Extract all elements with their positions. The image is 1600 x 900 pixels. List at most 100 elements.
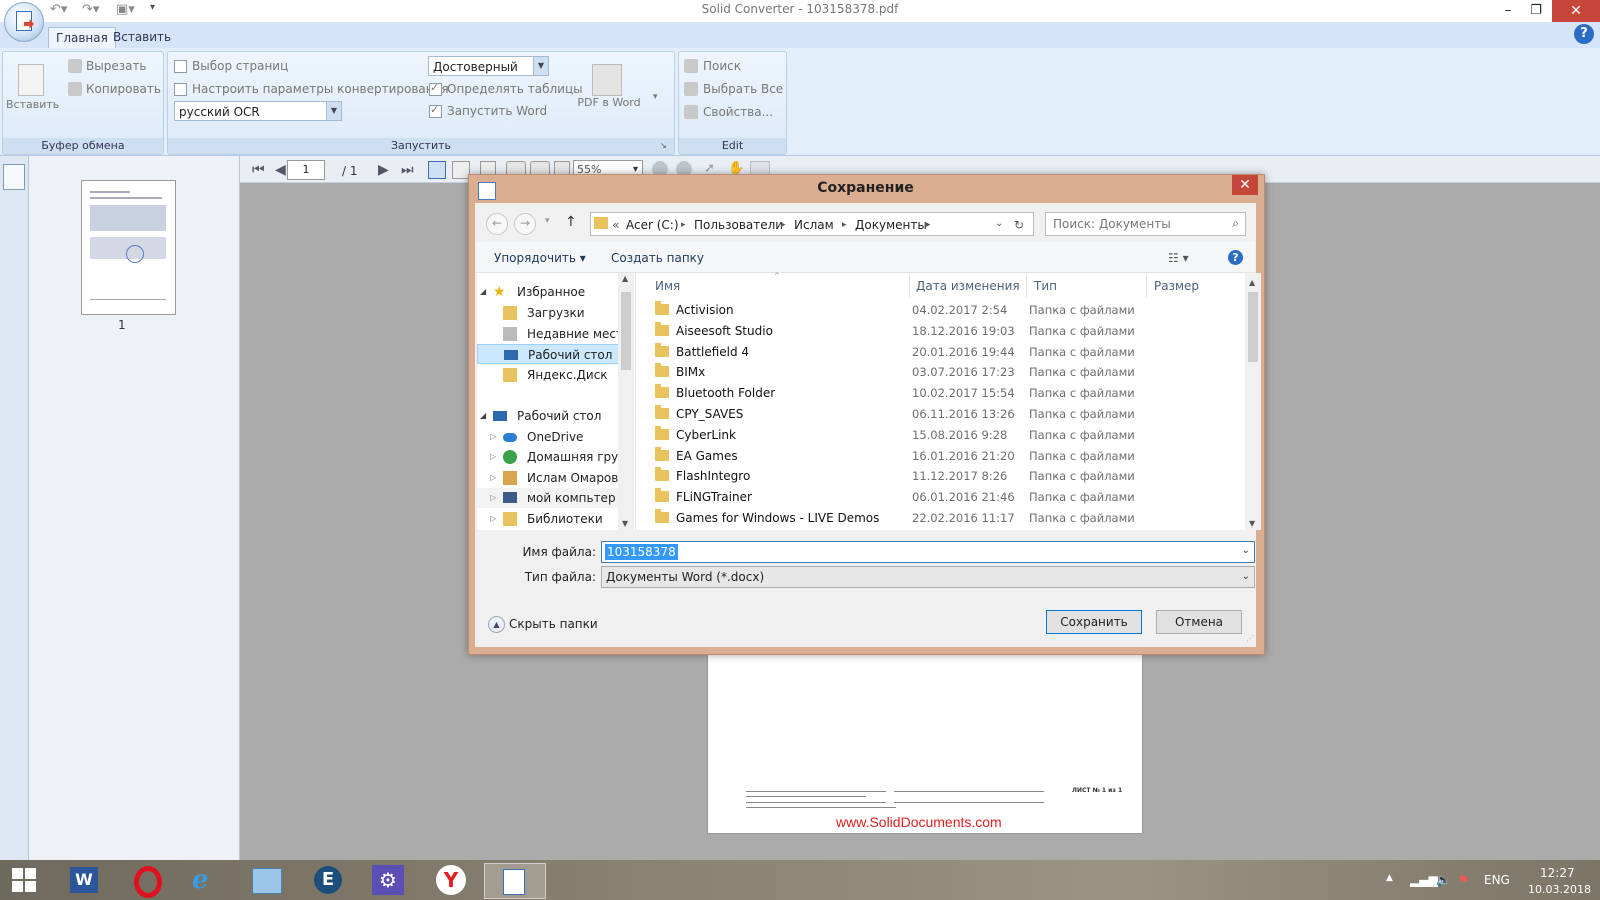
tree-item-libraries[interactable]: ▷ Библиотеки [477, 509, 627, 529]
table-row[interactable]: Aiseesoft Studio 18.12.2016 19:03 Папка с … [636, 321, 1245, 342]
save-button[interactable]: Сохранить [1046, 610, 1142, 634]
table-row[interactable]: Bluetooth Folder 10.02.2017 15:54 Папка с … [636, 383, 1245, 404]
dialog-help-icon[interactable]: ? [1228, 250, 1243, 265]
filetype-select[interactable]: Документы Word (*.docx) ⌄ [601, 566, 1255, 588]
pdf-to-word-dropdown-icon[interactable]: ▾ [653, 92, 658, 102]
column-header-type[interactable]: Тип [1034, 279, 1057, 293]
table-row[interactable]: Games for Windows - LIVE Demos 22.02.2016… [636, 508, 1245, 529]
opera-taskbar-icon[interactable] [124, 863, 168, 898]
file-list-scroll-thumb[interactable] [1248, 292, 1258, 362]
organize-button[interactable]: Упорядочить ▾ [494, 251, 586, 265]
table-row[interactable]: FlashIntegro 11.12.2017 8:26 Папка с файла… [636, 466, 1245, 487]
refresh-icon[interactable]: ↻ [1014, 218, 1024, 232]
ie-taskbar-icon[interactable]: e [184, 863, 228, 897]
resize-grip-icon[interactable]: ⋰ [1246, 634, 1254, 643]
table-row[interactable]: CPY_SAVES 06.11.2016 13:26 Папка с файлами [636, 404, 1245, 425]
breadcrumb-drive[interactable]: Acer (C:) [626, 218, 679, 232]
volume-icon[interactable]: 🔈 [1436, 873, 1451, 887]
help-icon[interactable]: ? [1574, 24, 1594, 44]
prev-page-icon[interactable]: ◀ [275, 162, 286, 178]
scroll-down-icon[interactable]: ▼ [1249, 519, 1255, 528]
page-thumbnail[interactable] [81, 180, 176, 315]
breadcrumb-users[interactable]: Пользователи [694, 218, 783, 232]
table-row[interactable]: EA Games 16.01.2016 21:20 Папка с файлами [636, 446, 1245, 467]
scroll-up-icon[interactable]: ▲ [622, 274, 628, 283]
breadcrumb-user[interactable]: Ислам [794, 218, 834, 232]
mode-select[interactable]: Достоверный ▼ [428, 56, 549, 76]
column-divider[interactable] [1146, 274, 1147, 298]
tree-scroll-thumb[interactable] [621, 292, 631, 370]
back-icon[interactable]: ← [486, 213, 508, 235]
forward-icon[interactable]: → [514, 213, 536, 235]
search-button[interactable]: Поиск [703, 59, 741, 73]
collapse-up-icon[interactable]: ▲ [488, 616, 505, 633]
table-row[interactable]: BIMx 03.07.2016 17:23 Папка с файлами [636, 362, 1245, 383]
single-page-view-icon[interactable] [428, 161, 446, 179]
restore-icon[interactable]: ❐ [1522, 1, 1550, 21]
paste-button[interactable]: Вставить [6, 98, 59, 111]
page-number-input[interactable]: 1 [287, 160, 325, 180]
scroll-down-icon[interactable]: ▼ [622, 519, 628, 528]
tree-item-desktop-fav[interactable]: Рабочий стол [477, 344, 627, 364]
control-panel-taskbar-icon[interactable] [244, 863, 288, 897]
tab-insert[interactable]: Вставить [106, 27, 178, 47]
launch-word-checkbox[interactable] [429, 103, 442, 118]
pages-panel-icon[interactable] [3, 164, 25, 190]
last-page-icon[interactable]: ⏭ [401, 162, 414, 178]
hide-folders-button[interactable]: Скрыть папки [509, 617, 598, 631]
select-all-button[interactable]: Выбрать Все [703, 82, 783, 96]
copy-button[interactable]: Копировать [86, 82, 161, 96]
tree-item-yandex-disk[interactable]: Яндекс.Диск [477, 365, 627, 385]
select-pages-checkbox[interactable] [174, 60, 187, 73]
tree-item-favorites[interactable]: ◢ ★ Избранное [477, 282, 627, 302]
paste-icon[interactable] [18, 64, 44, 96]
properties-button[interactable]: Свойства... [703, 105, 773, 119]
tree-item-user[interactable]: ▷ Ислам Омаров [477, 468, 627, 488]
first-page-icon[interactable]: ⏮ [252, 162, 265, 178]
view-options-icon[interactable]: ☷ ▾ [1168, 251, 1189, 265]
new-folder-button[interactable]: Создать папку [611, 251, 704, 265]
search-input[interactable]: Поиск: Документы ⌕ [1045, 212, 1246, 236]
language-indicator[interactable]: ENG [1484, 873, 1510, 887]
breadcrumb-sep-icon[interactable]: ▸ [926, 220, 931, 230]
app-e-taskbar-icon[interactable]: E [306, 863, 350, 897]
up-folder-icon[interactable]: ↑ [565, 214, 577, 230]
table-row[interactable]: CyberLink 15.08.2016 9:28 Папка с файлами [636, 425, 1245, 446]
breadcrumb-documents[interactable]: Документы [855, 218, 927, 232]
column-divider[interactable] [909, 274, 910, 298]
ocr-language-select[interactable]: русский OCR ▼ [174, 101, 342, 121]
column-header-name[interactable]: Имя [655, 279, 680, 293]
column-header-date[interactable]: Дата изменения [916, 279, 1020, 293]
cancel-button[interactable]: Отмена [1156, 610, 1242, 634]
tree-item-homegroup[interactable]: ▷ Домашняя групп [477, 447, 634, 467]
tree-item-recent[interactable]: Недавние места [477, 324, 630, 344]
address-dropdown-icon[interactable]: ⌄ [995, 218, 1003, 229]
detect-tables-checkbox[interactable] [429, 81, 442, 96]
breadcrumb-sep-icon[interactable]: ▸ [842, 220, 847, 230]
table-row[interactable]: FLiNGTrainer 06.01.2016 21:46 Папка с файл… [636, 487, 1245, 508]
tree-item-downloads[interactable]: Загрузки [477, 303, 627, 323]
breadcrumb-sep-icon[interactable]: ▸ [781, 220, 786, 230]
dialog-close-button[interactable]: ✕ [1232, 175, 1258, 195]
recent-locations-icon[interactable]: ▾ [545, 216, 550, 226]
cut-button[interactable]: Вырезать [86, 59, 147, 73]
show-hidden-icons[interactable]: ▲ [1386, 873, 1393, 883]
word-taskbar-icon[interactable]: W [62, 863, 106, 897]
chevron-down-icon[interactable]: ⌄ [1242, 545, 1250, 556]
settings-taskbar-icon[interactable]: ⚙ [366, 863, 410, 897]
tree-item-onedrive[interactable]: ▷ OneDrive [477, 427, 627, 447]
table-row[interactable]: Battlefield 4 20.01.2016 19:44 Папка с фай… [636, 342, 1245, 363]
close-window-button[interactable]: ✕ [1552, 0, 1600, 22]
solid-converter-taskbar-icon[interactable] [484, 863, 546, 899]
filename-input[interactable]: 103158378 ⌄ [601, 541, 1255, 563]
network-icon[interactable]: ▂▄▆ [1410, 873, 1438, 887]
flag-icon[interactable]: ⚑ [1458, 873, 1469, 887]
dialog-launcher-icon[interactable]: ↘ [660, 141, 667, 150]
column-header-size[interactable]: Размер [1154, 279, 1199, 293]
scroll-up-icon[interactable]: ▲ [1249, 278, 1255, 287]
breadcrumb-overflow[interactable]: « [612, 218, 619, 232]
table-row[interactable]: Activision 04.02.2017 2:54 Папка с файлами [636, 300, 1245, 321]
clock-time[interactable]: 12:27 [1540, 866, 1575, 880]
next-page-icon[interactable]: ▶ [378, 162, 389, 178]
start-button[interactable] [2, 863, 46, 897]
